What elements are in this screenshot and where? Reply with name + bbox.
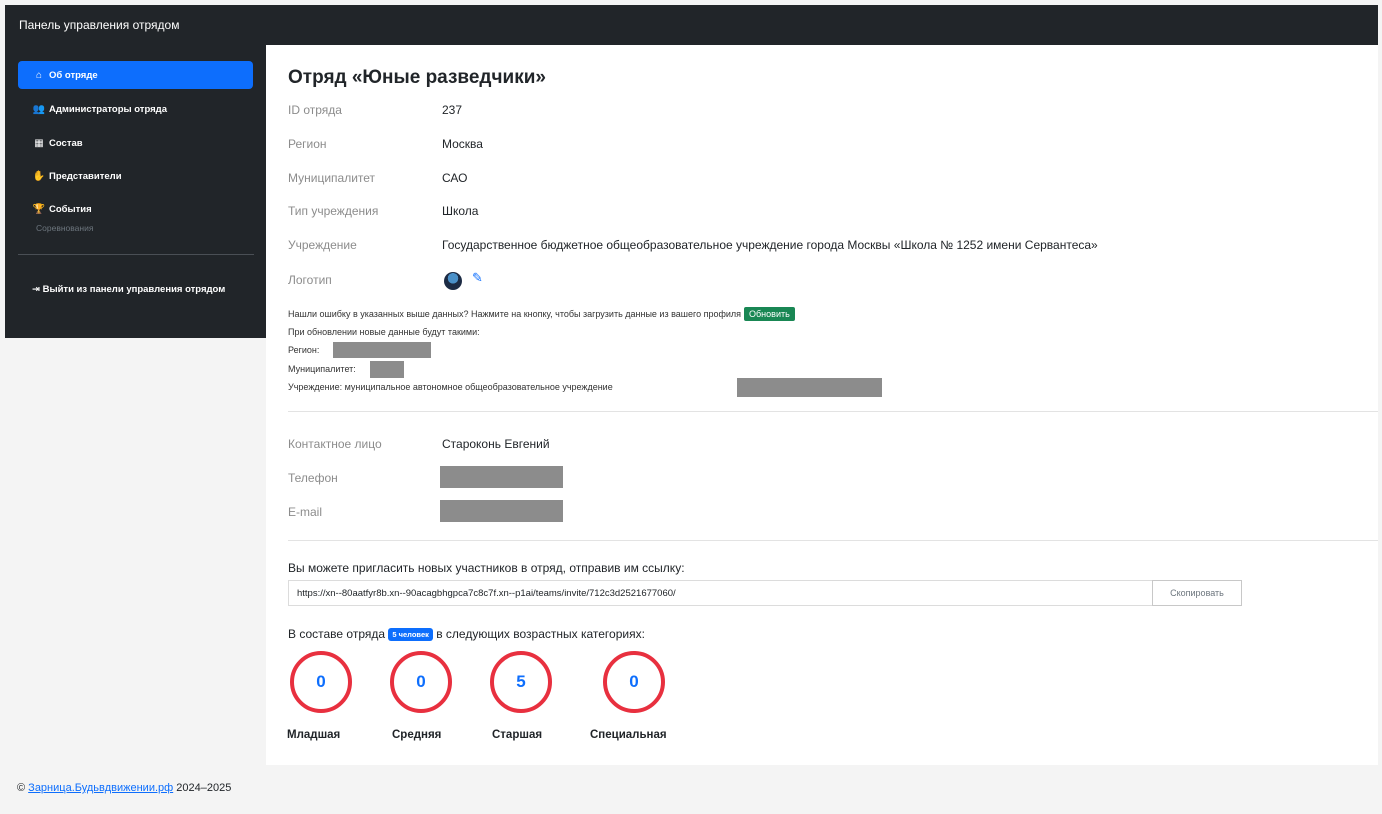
top-navbar: Панель управления отрядом — [5, 5, 1378, 45]
field-value-institution: Государственное бюджетное общеобразовате… — [442, 238, 1098, 252]
field-label-id: ID отряда — [288, 103, 342, 117]
section-divider — [288, 411, 1378, 412]
contact-person-label: Контактное лицо — [288, 437, 382, 451]
footer: © Зарница.Будьвдвижении.рф 2024–2025 — [17, 782, 231, 794]
logout-icon: ⇥ — [32, 284, 40, 295]
logout-link[interactable]: ⇥ Выйти из панели управления отрядом — [32, 281, 247, 299]
field-label-region: Регион — [288, 137, 327, 151]
page-title: Отряд «Юные разведчики» — [288, 67, 546, 88]
members-summary: В составе отряда 5 человек в следующих в… — [288, 627, 645, 642]
field-value-municipality: САО — [442, 171, 468, 185]
footer-years: 2024–2025 — [176, 782, 232, 794]
new-data-title: При обновлении новые данные будут такими… — [288, 327, 480, 337]
redacted-municipality — [370, 361, 404, 378]
new-institution-label: Учреждение: муниципальное автономное общ… — [288, 382, 613, 392]
field-value-region: Москва — [442, 137, 483, 151]
brand-title[interactable]: Панель управления отрядом — [19, 18, 179, 32]
field-value-institution-type: Школа — [442, 204, 479, 218]
contact-person-value: Староконь Евгений — [442, 437, 550, 451]
sidebar-item-representatives[interactable]: ✋ Представители — [18, 162, 253, 190]
team-logo — [444, 272, 462, 290]
sidebar: ⌂ Об отряде 👥 Администраторы отряда ▦ Со… — [5, 45, 266, 338]
category-label-junior: Младшая — [287, 729, 341, 741]
field-label-institution-type: Тип учреждения — [288, 204, 379, 218]
category-count-senior: 5 — [490, 651, 552, 713]
phone-label: Телефон — [288, 471, 338, 485]
trophy-icon: 🏆 — [32, 203, 46, 215]
sidebar-divider — [18, 254, 254, 255]
category-label-senior: Старшая — [492, 729, 543, 741]
sidebar-item-label: Представители — [49, 170, 122, 182]
field-value-id: 237 — [442, 103, 463, 117]
sidebar-item-label: Администраторы отряда — [49, 103, 167, 115]
update-prompt-text: Нашли ошибку в указанных выше данных? На… — [288, 309, 742, 319]
category-label-middle: Средняя — [392, 729, 442, 741]
redacted-phone — [440, 466, 563, 488]
members-suffix: в следующих возрастных категориях: — [436, 627, 645, 641]
category-count-middle: 0 — [390, 651, 452, 713]
field-label-institution: Учреждение — [288, 238, 357, 252]
members-prefix: В составе отряда — [288, 627, 386, 641]
redacted-email — [440, 500, 563, 522]
members-count-badge: 5 человек — [388, 628, 433, 642]
sidebar-item-about[interactable]: ⌂ Об отряде — [18, 61, 253, 89]
footer-link[interactable]: Зарница.Будьвдвижении.рф — [28, 782, 173, 794]
copyright-symbol: © — [17, 782, 26, 794]
sidebar-item-label: Состав — [49, 137, 83, 149]
category-count-junior: 0 — [290, 651, 352, 713]
sidebar-subitem-competitions[interactable]: Соревнования — [36, 223, 93, 233]
copy-button[interactable]: Скопировать — [1152, 580, 1242, 606]
people-group-icon: ▦ — [34, 137, 44, 149]
sidebar-item-roster[interactable]: ▦ Состав — [18, 129, 253, 157]
category-count-special: 0 — [603, 651, 665, 713]
new-municipality-label: Муниципалитет: — [288, 364, 356, 374]
handshake-icon: ✋ — [32, 170, 46, 182]
field-label-municipality: Муниципалитет — [288, 171, 376, 185]
new-region-label: Регион: — [288, 345, 320, 355]
home-icon: ⌂ — [35, 69, 43, 81]
users-icon: 👥 — [32, 103, 46, 115]
update-prompt: Нашли ошибку в указанных выше данных? На… — [288, 307, 795, 321]
category-label-special: Специальная — [590, 729, 667, 741]
sidebar-item-events[interactable]: 🏆 События — [18, 195, 253, 223]
invite-text: Вы можете пригласить новых участников в … — [288, 561, 685, 575]
email-label: E-mail — [288, 505, 323, 519]
invite-link-field[interactable]: https://xn--80aatfyr8b.xn--90acagbhgpca7… — [288, 580, 1152, 606]
field-label-logo: Логотип — [288, 273, 332, 287]
logout-label: Выйти из панели управления отрядом — [42, 284, 226, 295]
update-button[interactable]: Обновить — [744, 307, 795, 321]
edit-icon[interactable]: ✎ — [472, 270, 488, 286]
sidebar-item-label: Об отряде — [49, 69, 98, 81]
sidebar-item-label: События — [49, 203, 92, 215]
section-divider — [288, 540, 1378, 541]
sidebar-item-admins[interactable]: 👥 Администраторы отряда — [18, 95, 253, 123]
redacted-region — [333, 342, 431, 358]
redacted-institution — [737, 378, 882, 397]
main-content: Отряд «Юные разведчики» ID отряда 237 Ре… — [266, 45, 1378, 765]
